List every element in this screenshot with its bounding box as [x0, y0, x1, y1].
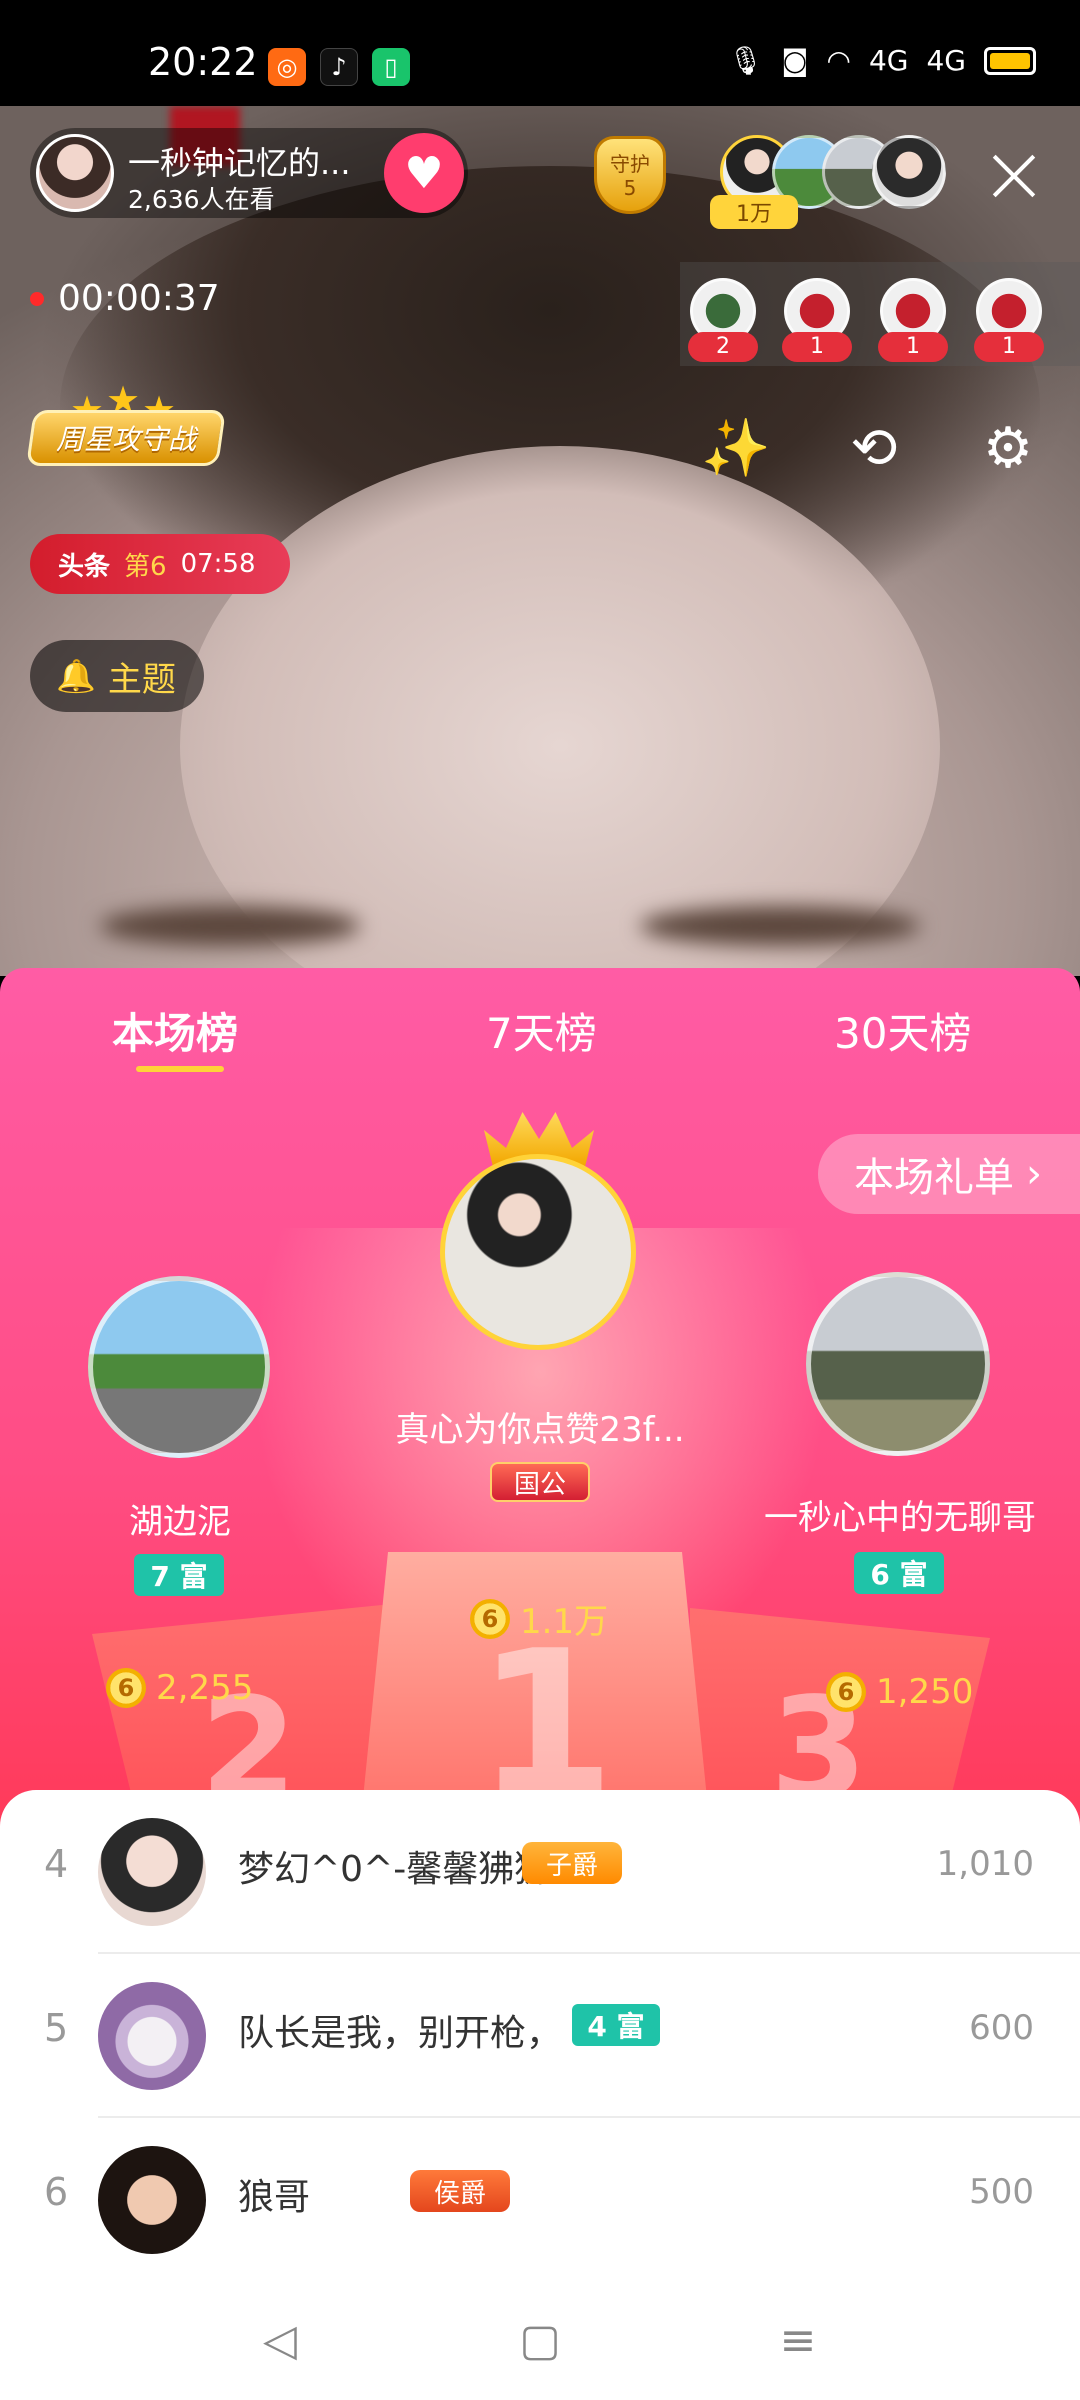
rank-1-avatar[interactable] [440, 1154, 636, 1350]
chevron-right-icon: › [1026, 1151, 1042, 1197]
headline-rank-badge[interactable]: 头条 第6 07:58 [30, 534, 290, 594]
viewer-avatar[interactable] [872, 135, 946, 209]
rich-badge: 4 富 [572, 2004, 660, 2046]
list-item[interactable]: 4 梦幻^0^-馨馨狒狒 子爵 1,010 [0, 1790, 1080, 1954]
list-name: 狼哥 [238, 2177, 311, 2218]
bell-icon: 🔔 [56, 657, 96, 695]
rank-1-coins: 6 1.1万 [470, 1594, 608, 1643]
gifter-count: 1 [878, 332, 948, 362]
fan-count-badge: 1万 [710, 195, 798, 229]
topic-button[interactable]: 🔔 主题 [30, 640, 204, 712]
list-rank: 5 [44, 2006, 69, 2050]
host-info[interactable]: 一秒钟记忆的... 2,636人在看 ♥ [30, 128, 468, 218]
back-icon[interactable]: ◁ [250, 2310, 310, 2370]
tiktok-app-icon: ♪ [320, 48, 358, 86]
recording-dot-icon [30, 291, 44, 306]
host-avatar[interactable] [36, 134, 114, 212]
list-avatar[interactable] [98, 1982, 206, 2090]
gift-list-button[interactable]: 本场礼单 › [818, 1134, 1080, 1214]
gifter-count: 2 [688, 332, 758, 362]
status-bar: 20:22 ◎ ♪ ▯ 🎙 ◙ ◠ 4G 4G [0, 0, 1080, 106]
gift-list-label: 本场礼单 [854, 1155, 1014, 1201]
rank-3-avatar[interactable] [806, 1272, 990, 1456]
battery-icon [984, 46, 1036, 75]
close-icon[interactable] [986, 148, 1042, 204]
host-name: 一秒钟记忆的... [128, 144, 351, 182]
battery-saver-app-icon: ▯ [372, 48, 410, 86]
signal-icon: 4G [868, 44, 909, 77]
rank-3-coins: 6 1,250 [826, 1672, 973, 1712]
switch-camera-icon[interactable]: ⟲ [836, 410, 912, 486]
rank-1-noble-badge: 国公 [490, 1462, 590, 1502]
noble-tag-marquis: 侯爵 [410, 2170, 510, 2212]
topic-label: 主题 [107, 659, 176, 700]
viewer-count: 2,636人在看 [128, 185, 275, 214]
video-eyebrow-left [100, 906, 360, 946]
tab-30-days[interactable]: 30天榜 [834, 1000, 971, 1061]
rank-2-rich-badge: 7 富 [134, 1554, 224, 1596]
settings-gear-icon[interactable]: ⚙ [970, 410, 1046, 486]
guard-count: 5 [623, 176, 637, 200]
recent-apps-icon[interactable]: ≡ [768, 2310, 828, 2370]
list-rank: 4 [44, 1842, 69, 1886]
list-item[interactable]: 6 狼哥 侯爵 500 [0, 2118, 1080, 2282]
noble-tag-viscount: 子爵 [522, 1842, 622, 1884]
rank-1-coin-value: 1.1万 [520, 1602, 609, 1642]
coin-icon: 6 [826, 1672, 866, 1712]
list-name: 梦幻^0^-馨馨狒狒 [238, 1849, 551, 1890]
system-nav-bar: ◁ ▢ ≡ [0, 2270, 1080, 2400]
live-duration: 00:00:37 [30, 278, 220, 319]
rank-3-rich-badge: 6 富 [854, 1552, 944, 1594]
weekstar-badge[interactable]: ★ ★ ★ 周星攻守战 [26, 378, 226, 468]
tab-current-session[interactable]: 本场榜 [112, 1000, 238, 1061]
microphone-icon: 🎙 [727, 44, 764, 77]
kuaishou-app-icon: ◎ [268, 48, 306, 86]
guard-label: 守护 [610, 152, 650, 176]
rank-1-name[interactable]: 真心为你点赞23f... [380, 1402, 700, 1451]
status-icons: 🎙 ◙ ◠ 4G 4G [728, 44, 1036, 77]
list-score: 600 [969, 2008, 1034, 2048]
follow-heart-button[interactable]: ♥ [384, 133, 464, 213]
headline-tag: 头条 [58, 551, 111, 582]
active-tab-underline [136, 1066, 224, 1072]
list-score: 500 [969, 2172, 1034, 2212]
guard-badge[interactable]: 守护 5 [584, 130, 676, 222]
beauty-wand-icon[interactable]: ✨ [698, 410, 774, 486]
tab-7-days[interactable]: 7天榜 [486, 1000, 597, 1061]
rank-2-coins: 6 2,255 [106, 1668, 253, 1708]
duration-text: 00:00:37 [58, 278, 220, 319]
headline-countdown: 07:58 [180, 549, 256, 579]
weekstar-label: 周星攻守战 [55, 423, 196, 456]
gifter-count: 1 [782, 332, 852, 362]
rank-2-coin-value: 2,255 [156, 1668, 254, 1708]
rank-3-name[interactable]: 一秒心中的无聊哥 [740, 1490, 1060, 1539]
list-rank: 6 [44, 2170, 69, 2214]
rank-2-avatar[interactable] [88, 1276, 270, 1458]
list-avatar[interactable] [98, 2146, 206, 2254]
signal-icon-2: 4G [926, 44, 966, 77]
wifi-icon: ◠ [826, 44, 851, 77]
list-avatar[interactable] [98, 1818, 206, 1926]
list-item[interactable]: 5 队长是我，别开枪， 4 富 600 [0, 1954, 1080, 2118]
status-time: 20:22 [148, 40, 258, 84]
rank-2-name[interactable]: 湖边泥 [80, 1494, 280, 1543]
gifter-bar[interactable]: 2 1 1 1 [680, 262, 1080, 366]
rank-3-coin-value: 1,250 [876, 1672, 974, 1712]
gifter-count: 1 [974, 332, 1044, 362]
home-icon[interactable]: ▢ [510, 2310, 570, 2370]
headline-rank: 第6 [124, 551, 167, 582]
list-score: 1,010 [936, 1844, 1034, 1884]
list-name: 队长是我，别开枪， [238, 2013, 563, 2054]
coin-icon: 6 [106, 1668, 146, 1708]
coin-icon: 6 [470, 1598, 510, 1639]
video-eyebrow-right [640, 906, 920, 946]
camera-icon: ◙ [781, 44, 809, 77]
